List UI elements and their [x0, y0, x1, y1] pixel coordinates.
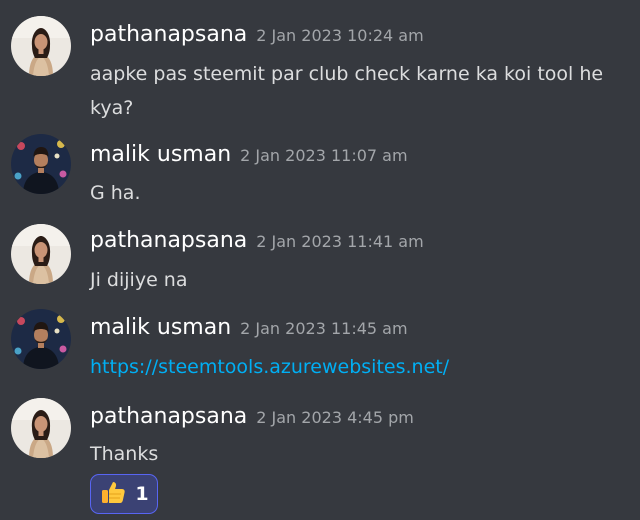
avatar[interactable]	[11, 398, 71, 458]
username[interactable]: pathanapsana	[90, 228, 247, 253]
username[interactable]: pathanapsana	[90, 22, 247, 47]
message-item: pathanapsana 2 Jan 2023 10:24 am aapke pa…	[0, 0, 640, 130]
message-item: malik usman 2 Jan 2023 11:07 am G ha.	[0, 130, 640, 220]
message-link[interactable]: https://steemtools.azurewebsites.net/	[90, 356, 449, 378]
avatar[interactable]	[11, 134, 71, 194]
thumbs-up-icon	[99, 478, 127, 510]
timestamp[interactable]: 2 Jan 2023 4:45 pm	[256, 408, 414, 427]
username[interactable]: pathanapsana	[90, 404, 247, 429]
timestamp[interactable]: 2 Jan 2023 11:41 am	[256, 232, 423, 251]
avatar[interactable]	[11, 309, 71, 369]
message-header: malik usman 2 Jan 2023 11:07 am	[90, 142, 408, 167]
username[interactable]: malik usman	[90, 315, 231, 340]
reaction-count: 1	[135, 483, 149, 505]
timestamp[interactable]: 2 Jan 2023 11:07 am	[240, 146, 407, 165]
avatar[interactable]	[11, 224, 71, 284]
message-header: pathanapsana 2 Jan 2023 11:41 am	[90, 228, 424, 253]
message-text: Thanks	[90, 443, 159, 465]
timestamp[interactable]: 2 Jan 2023 10:24 am	[256, 26, 423, 45]
reaction-button[interactable]: 1	[90, 474, 158, 514]
message-item: pathanapsana 2 Jan 2023 11:41 am Ji dijiy…	[0, 220, 640, 310]
message-text: aapke pas steemit par club check karne k…	[90, 57, 628, 125]
message-text: https://steemtools.azurewebsites.net/	[90, 350, 628, 384]
message-text-line: aapke pas steemit par club check karne k…	[90, 63, 604, 85]
message-header: malik usman 2 Jan 2023 11:45 am	[90, 315, 408, 340]
message-item: malik usman 2 Jan 2023 11:45 am https://s…	[0, 305, 640, 395]
timestamp[interactable]: 2 Jan 2023 11:45 am	[240, 319, 407, 338]
message-header: pathanapsana 2 Jan 2023 10:24 am	[90, 22, 424, 47]
avatar[interactable]	[11, 16, 71, 76]
username[interactable]: malik usman	[90, 142, 231, 167]
message-text: Ji dijiye na	[90, 269, 188, 291]
message-text-line: kya?	[90, 97, 134, 119]
message-header: pathanapsana 2 Jan 2023 4:45 pm	[90, 404, 414, 429]
message-text: G ha.	[90, 182, 141, 204]
